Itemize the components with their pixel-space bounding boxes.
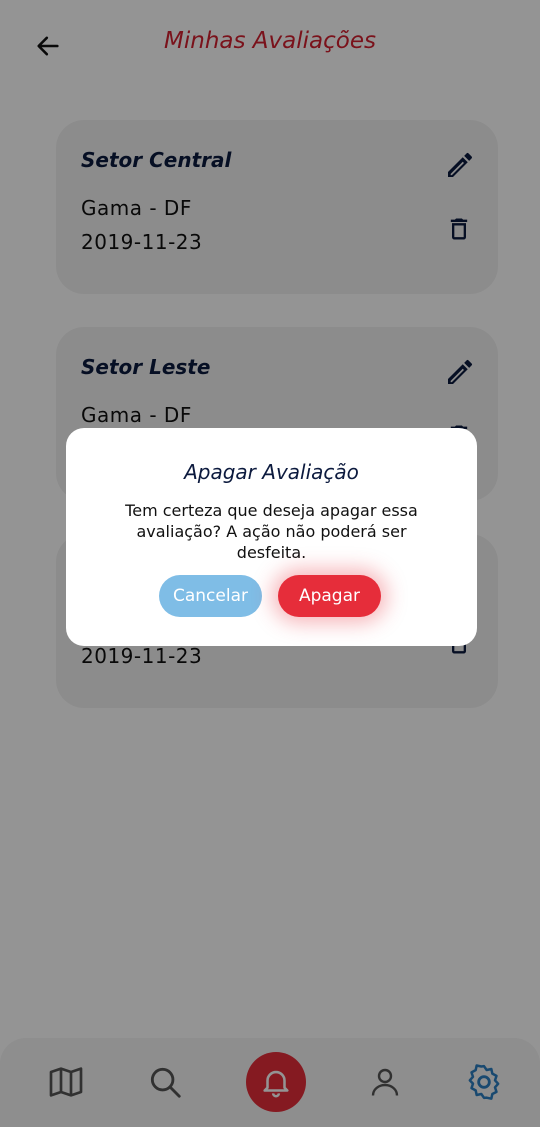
delete-confirmation-dialog: Apagar Avaliação Tem certeza que deseja … <box>66 428 477 646</box>
dialog-message: Tem certeza que deseja apagar essa avali… <box>125 501 418 562</box>
app-screen: Minhas Avaliações Setor Central Gama - D… <box>0 0 540 1127</box>
dialog-title: Apagar Avaliação <box>184 460 359 484</box>
cancel-button[interactable]: Cancelar <box>159 575 262 617</box>
confirm-delete-button[interactable]: Apagar <box>278 575 381 617</box>
